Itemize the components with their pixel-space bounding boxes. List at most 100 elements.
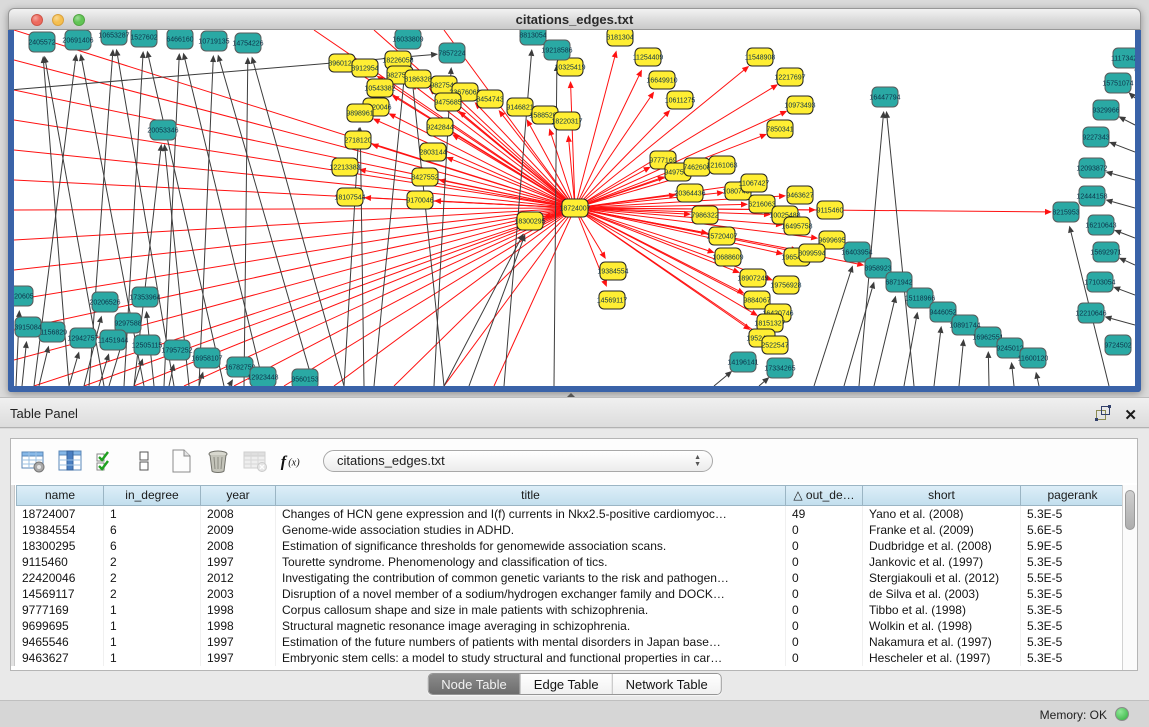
- graph-node[interactable]: 18300295: [514, 212, 545, 230]
- table-row[interactable]: 1872400712008Changes of HCN gene express…: [16, 506, 1125, 522]
- table-row[interactable]: 969969511998Structural magnetic resonanc…: [16, 618, 1125, 634]
- new-table-icon[interactable]: [167, 447, 195, 475]
- graph-node[interactable]: 10325419: [554, 58, 585, 76]
- graph-node[interactable]: 8427552: [411, 168, 438, 186]
- graph-node[interactable]: 14569117: [597, 291, 628, 309]
- graph-node[interactable]: 12161063: [706, 156, 737, 174]
- graph-node[interactable]: 12217697: [774, 68, 805, 86]
- minimize-button[interactable]: [52, 14, 64, 26]
- graph-node[interactable]: 8215953: [1052, 202, 1079, 222]
- graph-node[interactable]: 9242844: [426, 118, 453, 136]
- graph-node[interactable]: 2520605: [14, 286, 34, 306]
- graph-node[interactable]: 12923448: [247, 367, 278, 386]
- tab-edge-table[interactable]: Edge Table: [520, 674, 612, 694]
- graph-node[interactable]: 19384554: [597, 262, 628, 280]
- table-row[interactable]: 946362711997Embryonic stem cells: a mode…: [16, 650, 1125, 666]
- table-row[interactable]: 1938455462009Genome-wide association stu…: [16, 522, 1125, 538]
- graph-node[interactable]: 1527602: [130, 30, 157, 47]
- network-canvas[interactable]: 1872400789601238912954182260589827503818…: [14, 30, 1135, 386]
- graph-node[interactable]: 12942757: [67, 328, 98, 348]
- graph-node[interactable]: 12093872: [1076, 158, 1107, 178]
- tab-network-table[interactable]: Network Table: [612, 674, 721, 694]
- close-button[interactable]: [31, 14, 43, 26]
- graph-node[interactable]: 6466160: [166, 30, 193, 49]
- graph-node[interactable]: 15692971: [1090, 242, 1121, 262]
- graph-node[interactable]: 16033809: [392, 30, 423, 49]
- graph-node[interactable]: 16447794: [869, 87, 900, 107]
- column-header-pagerank[interactable]: pagerank: [1021, 485, 1125, 506]
- graph-node[interactable]: 3915084: [14, 317, 41, 337]
- graph-node[interactable]: 14754226: [232, 33, 263, 53]
- graph-node[interactable]: 11451944: [98, 330, 129, 350]
- column-header-short[interactable]: short: [863, 485, 1021, 506]
- graph-node[interactable]: 11548908: [745, 48, 776, 66]
- graph-node[interactable]: 8099594: [798, 244, 825, 262]
- graph-node[interactable]: 16495758: [781, 217, 812, 235]
- table-settings-icon[interactable]: [19, 447, 47, 475]
- graph-node[interactable]: 10543382: [364, 79, 395, 97]
- graph-node[interactable]: 9475685: [434, 93, 461, 111]
- graph-node[interactable]: 9463627: [786, 186, 813, 204]
- function-builder-icon[interactable]: f(x): [278, 447, 306, 475]
- column-select-icon[interactable]: [56, 447, 84, 475]
- graph-node[interactable]: 9898961: [346, 104, 373, 122]
- graph-node[interactable]: 18107544: [334, 188, 365, 206]
- table-row[interactable]: 2242004622012Investigating the contribut…: [16, 570, 1125, 586]
- graph-node[interactable]: 20053346: [147, 120, 178, 140]
- window-titlebar[interactable]: citations_edges.txt: [8, 8, 1141, 30]
- graph-node[interactable]: 9560153: [291, 369, 318, 386]
- graph-node[interactable]: 20691406: [62, 30, 93, 50]
- graph-node[interactable]: 8912954: [351, 59, 378, 77]
- graph-node[interactable]: 17957252: [161, 340, 192, 360]
- delete-table-icon[interactable]: [204, 447, 232, 475]
- graph-node[interactable]: 11173423: [1111, 48, 1135, 68]
- split-rows-icon[interactable]: [130, 447, 158, 475]
- graph-node[interactable]: 8181304: [606, 30, 633, 46]
- column-header-in_degree[interactable]: in_degree: [104, 485, 201, 506]
- graph-node[interactable]: 8813054: [519, 30, 546, 45]
- graph-node[interactable]: 2405572: [28, 32, 55, 52]
- graph-node[interactable]: 8454743: [476, 90, 503, 108]
- graph-node[interactable]: 7850341: [766, 120, 793, 138]
- graph-node[interactable]: 9724502: [1104, 335, 1131, 355]
- tab-node-table[interactable]: Node Table: [428, 674, 520, 694]
- graph-node[interactable]: 17103054: [1084, 272, 1115, 292]
- close-panel-icon[interactable]: ✕: [1124, 407, 1137, 425]
- graph-node[interactable]: 16649910: [646, 71, 677, 89]
- graph-node[interactable]: 12444158: [1076, 186, 1107, 206]
- graph-node[interactable]: 16210643: [1085, 215, 1116, 235]
- graph-node[interactable]: 9329966: [1092, 100, 1119, 120]
- graph-node[interactable]: 2718120: [344, 131, 371, 149]
- graph-node[interactable]: 7986322: [691, 206, 718, 224]
- graph-node[interactable]: 12210646: [1075, 303, 1106, 323]
- delete-column-icon[interactable]: [241, 447, 269, 475]
- graph-node[interactable]: 12213383: [329, 158, 360, 176]
- select-rows-icon[interactable]: [93, 447, 121, 475]
- graph-node[interactable]: 18907249: [737, 269, 768, 287]
- column-header-year[interactable]: year: [201, 485, 276, 506]
- graph-node[interactable]: 12505115: [132, 335, 163, 355]
- graph-node[interactable]: 17334265: [764, 358, 795, 378]
- graph-node[interactable]: 8186328: [404, 70, 431, 88]
- table-scrollbar[interactable]: [1122, 485, 1137, 670]
- column-header-title[interactable]: title: [276, 485, 786, 506]
- graph-node[interactable]: 10611275: [665, 91, 696, 109]
- graph-node[interactable]: 9115460: [817, 201, 844, 219]
- table-row[interactable]: 977716911998Corpus callosum shape and si…: [16, 602, 1125, 618]
- graph-node[interactable]: 7857224: [438, 43, 465, 63]
- graph-node[interactable]: 19756928: [770, 276, 801, 294]
- table-scrollbar-thumb[interactable]: [1125, 490, 1135, 530]
- graph-node[interactable]: 15751074: [1102, 73, 1133, 93]
- graph-node[interactable]: 18724007: [559, 199, 590, 217]
- column-header-out_de[interactable]: △ out_de…: [786, 485, 863, 506]
- zoom-button[interactable]: [73, 14, 85, 26]
- graph-node[interactable]: 10973493: [784, 96, 815, 114]
- graph-node[interactable]: 2522547: [761, 336, 788, 354]
- float-panel-icon[interactable]: [1094, 404, 1112, 427]
- column-header-name[interactable]: name: [16, 485, 104, 506]
- graph-node[interactable]: 18220317: [551, 112, 582, 130]
- table-row[interactable]: 1830029562008Estimation of significance …: [16, 538, 1125, 554]
- graph-node[interactable]: 9170046: [406, 191, 433, 209]
- table-row[interactable]: 946554611997Estimation of the future num…: [16, 634, 1125, 650]
- graph-node[interactable]: 17353964: [129, 287, 160, 307]
